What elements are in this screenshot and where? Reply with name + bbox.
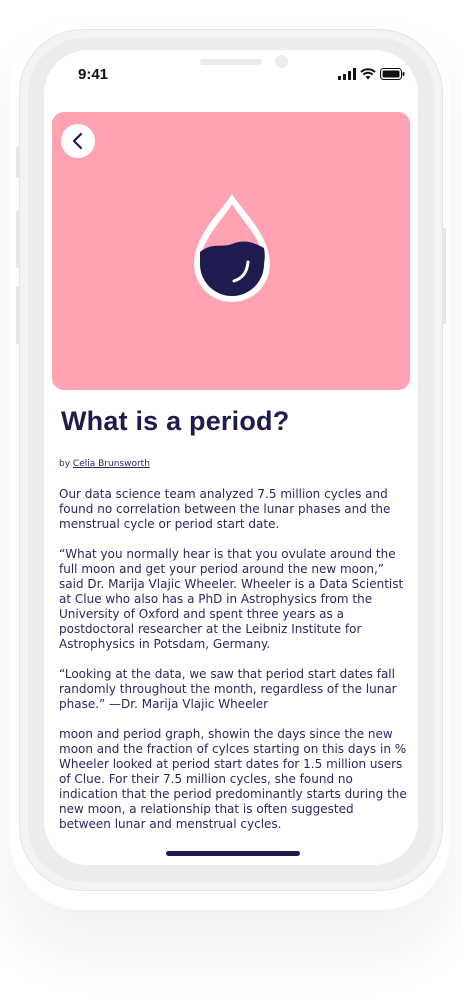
chevron-left-icon — [72, 132, 83, 150]
byline: by Celia Brunsworth — [59, 459, 150, 469]
status-time: 9:41 — [78, 66, 109, 83]
home-indicator[interactable] — [166, 851, 300, 856]
article-paragraph: Wheeler looked at period start dates for… — [59, 757, 407, 831]
article-paragraph: “What you normally hear is that you ovul… — [59, 547, 404, 651]
article-paragraph: Our data science team analyzed 7.5 milli… — [59, 487, 391, 531]
image-caption: moon and period graph, showin the days s… — [59, 727, 407, 756]
article-title: What is a period? — [61, 406, 290, 436]
back-button[interactable] — [61, 124, 95, 158]
byline-prefix: by — [59, 459, 71, 469]
speaker-grille — [200, 59, 262, 65]
mute-switch — [16, 146, 20, 178]
volume-up-button — [16, 210, 20, 268]
power-button — [442, 228, 446, 324]
author-link[interactable]: Celia Brunsworth — [73, 459, 150, 469]
article-body: Our data science team analyzed 7.5 milli… — [59, 487, 409, 833]
drop-icon — [194, 194, 270, 302]
article-paragraph: “Looking at the data, we saw that period… — [59, 667, 397, 711]
wifi-icon — [360, 68, 376, 80]
battery-icon — [380, 68, 405, 80]
volume-down-button — [16, 286, 20, 344]
signal-icon — [338, 68, 356, 80]
front-camera — [275, 55, 288, 68]
